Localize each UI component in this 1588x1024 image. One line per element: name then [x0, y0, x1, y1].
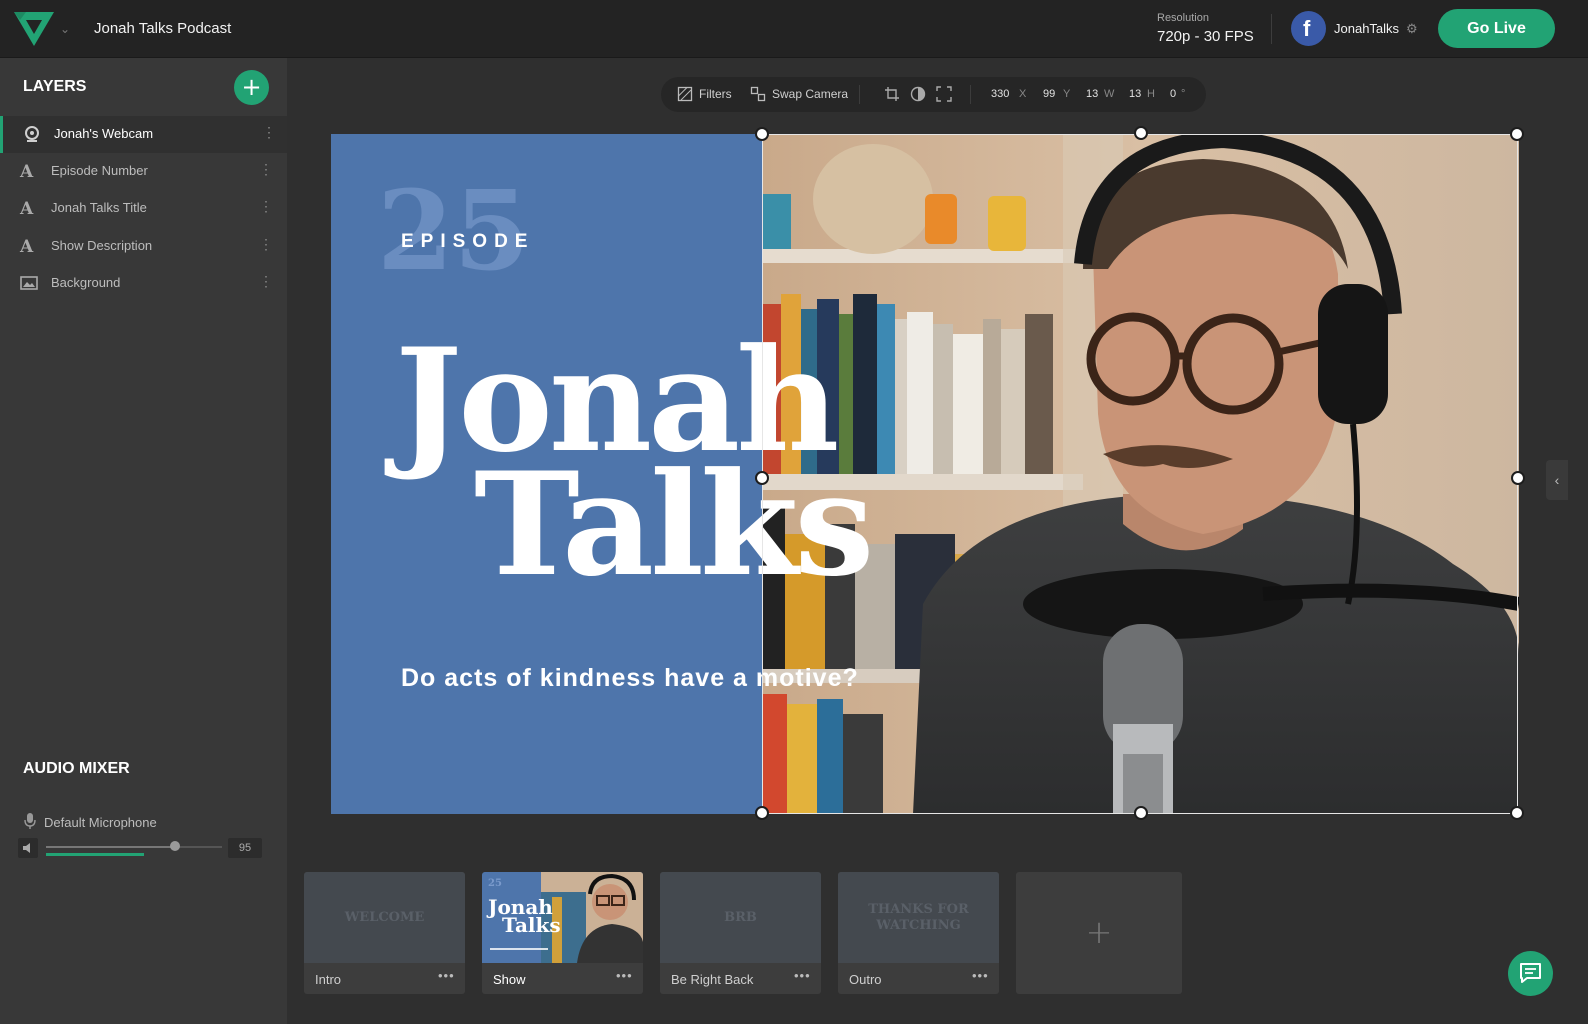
resize-handle-top-left[interactable] [755, 127, 769, 141]
kebab-menu-icon[interactable]: ⋮ [259, 273, 273, 290]
resolution-value[interactable]: 720p - 30 FPS [1157, 28, 1254, 45]
y-unit: Y [1063, 88, 1071, 100]
resolution-label: Resolution [1157, 12, 1209, 24]
scene-thumbnail-text: THANKS FOR WATCHING [868, 901, 969, 933]
text-icon: A [20, 199, 34, 219]
more-icon[interactable]: ••• [972, 968, 989, 983]
width-unit: W [1104, 88, 1115, 100]
toolbar-divider [859, 85, 860, 104]
rotation-unit: ° [1181, 88, 1186, 100]
gear-icon[interactable]: ⚙ [1406, 21, 1418, 37]
resize-handle-top-right[interactable] [1510, 127, 1524, 141]
microphone-icon [24, 813, 36, 829]
chat-icon [1520, 963, 1541, 983]
height-value[interactable]: 13 [1129, 88, 1141, 100]
scene-label: Be Right Back [671, 972, 754, 987]
scene-label: Show [493, 972, 526, 987]
scene-thumbnail-text: WELCOME [344, 909, 425, 925]
volume-slider-fill [46, 846, 176, 848]
chevron-left-icon[interactable]: ‹ [1546, 460, 1568, 500]
show-title-line-2[interactable]: Talks [474, 454, 874, 596]
toolbar-divider [970, 85, 971, 104]
resize-handle-bottom[interactable] [1134, 806, 1148, 820]
layer-label: Episode Number [51, 163, 148, 178]
svg-text:25: 25 [488, 878, 502, 889]
go-live-button[interactable]: Go Live [1438, 9, 1555, 48]
kebab-menu-icon[interactable]: ⋮ [259, 161, 273, 178]
fullscreen-icon[interactable] [936, 86, 952, 102]
x-unit: X [1019, 88, 1027, 100]
crop-icon[interactable] [884, 86, 900, 102]
filters-icon[interactable] [677, 86, 693, 102]
transform-toolbar: Filters Swap Camera 330 X 99 Y 13 W 13 H… [661, 77, 1206, 112]
swap-camera-button[interactable]: Swap Camera [772, 87, 848, 101]
more-icon[interactable]: ••• [794, 968, 811, 983]
layer-label: Jonah Talks Title [51, 200, 147, 215]
stage-canvas[interactable]: 25 EPISODE Jonah Talks Do acts of kindne… [331, 134, 1519, 814]
swap-camera-icon[interactable] [750, 86, 766, 102]
height-unit: H [1147, 88, 1155, 100]
volume-value[interactable]: 95 [228, 838, 262, 858]
app-logo[interactable] [12, 10, 56, 48]
add-scene-button[interactable]: + [1016, 872, 1182, 994]
width-value[interactable]: 13 [1086, 88, 1098, 100]
filters-button[interactable]: Filters [699, 87, 732, 101]
kebab-menu-icon[interactable]: ⋮ [259, 198, 273, 215]
layer-item-description[interactable]: A Show Description ⋮ [0, 228, 287, 265]
layer-item-episode-number[interactable]: A Episode Number ⋮ [0, 153, 287, 190]
scene-label: Outro [849, 972, 882, 987]
layer-label: Background [51, 275, 121, 290]
add-layer-button[interactable]: + [234, 70, 269, 105]
text-icon: A [20, 162, 34, 182]
scene-card-outro[interactable]: THANKS FOR WATCHING Outro ••• [838, 872, 999, 994]
x-value[interactable]: 330 [991, 88, 1009, 100]
top-bar: ⌄ Jonah Talks Podcast Resolution 720p - … [0, 0, 1588, 58]
more-icon[interactable]: ••• [438, 968, 455, 983]
resize-handle-top[interactable] [1134, 126, 1148, 140]
resize-handle-left[interactable] [755, 471, 769, 485]
scene-label: Intro [315, 972, 342, 987]
divider [1271, 14, 1272, 44]
y-value[interactable]: 99 [1043, 88, 1055, 100]
layer-item-title[interactable]: A Jonah Talks Title ⋮ [0, 190, 287, 227]
resize-handle-bottom-left[interactable] [755, 806, 769, 820]
chat-button[interactable] [1508, 951, 1553, 996]
speaker-icon[interactable] [18, 838, 38, 858]
rotation-value[interactable]: 0 [1170, 88, 1176, 100]
image-icon [20, 276, 38, 290]
volume-slider-handle[interactable] [170, 841, 180, 851]
svg-text:Talks: Talks [502, 913, 561, 937]
audio-level-meter [46, 853, 144, 856]
facebook-icon[interactable]: f [1291, 11, 1326, 46]
scene-card-show[interactable]: Jonah Talks 25 Show ••• [482, 872, 643, 994]
webcam-icon [25, 126, 39, 142]
scene-card-brb[interactable]: BRB Be Right Back ••• [660, 872, 821, 994]
layer-item-background[interactable]: Background ⋮ [0, 265, 287, 302]
layer-label: Jonah's Webcam [54, 126, 154, 141]
show-description[interactable]: Do acts of kindness have a motive? [401, 664, 859, 693]
more-icon[interactable]: ••• [616, 968, 633, 983]
layer-label: Show Description [51, 238, 153, 253]
scene-thumbnail: Jonah Talks 25 [482, 872, 643, 963]
episode-label[interactable]: EPISODE [401, 231, 534, 253]
account-name[interactable]: JonahTalks [1334, 21, 1399, 36]
webcam-feed[interactable] [763, 134, 1519, 814]
layer-item-webcam[interactable]: Jonah's Webcam ⋮ [0, 116, 287, 153]
audio-mixer-title: AUDIO MIXER [23, 760, 130, 777]
scene-thumbnail-text: BRB [724, 909, 757, 925]
opacity-icon[interactable] [910, 86, 926, 102]
sidebar: LAYERS + Jonah's Webcam ⋮ A Episode Numb… [0, 58, 287, 1024]
layers-title: LAYERS [23, 78, 87, 95]
project-title[interactable]: Jonah Talks Podcast [94, 20, 231, 37]
kebab-menu-icon[interactable]: ⋮ [262, 124, 276, 141]
resize-handle-bottom-right[interactable] [1510, 806, 1524, 820]
microphone-label: Default Microphone [44, 815, 157, 830]
kebab-menu-icon[interactable]: ⋮ [259, 236, 273, 253]
project-menu-chevron-icon[interactable]: ⌄ [60, 22, 72, 36]
resize-handle-right[interactable] [1511, 471, 1525, 485]
text-icon: A [20, 237, 34, 257]
scene-card-intro[interactable]: WELCOME Intro ••• [304, 872, 465, 994]
